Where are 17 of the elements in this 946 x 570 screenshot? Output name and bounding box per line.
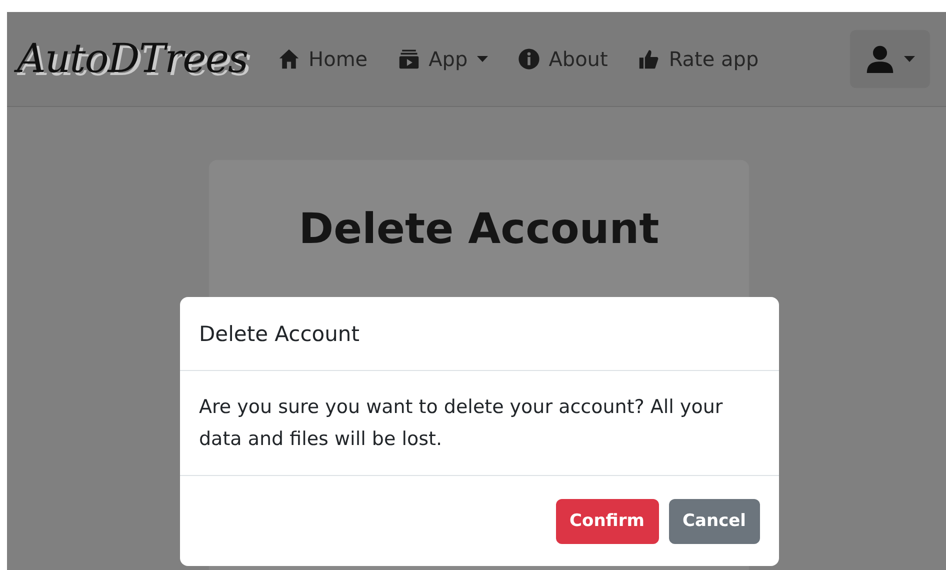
caret-icon xyxy=(904,56,914,62)
user-icon xyxy=(866,45,894,73)
thumbs-up-icon xyxy=(638,48,660,70)
home-icon xyxy=(278,48,300,70)
nav-link[interactable]: Rate app xyxy=(638,47,759,71)
info-icon xyxy=(518,48,540,70)
modal-message: Are you sure you want to delete your account? All your data and files will be lost. xyxy=(180,371,779,476)
cancel-button[interactable]: Cancel xyxy=(668,498,760,544)
card-title: Delete Account xyxy=(298,204,660,253)
video-stack-icon xyxy=(398,48,420,70)
caret-icon xyxy=(476,56,488,62)
nav-link[interactable]: App xyxy=(398,47,488,71)
nav-link[interactable]: Home xyxy=(278,47,368,71)
confirm-button[interactable]: Confirm xyxy=(556,498,659,544)
nav-link[interactable]: About xyxy=(518,47,608,71)
user-menu-button[interactable] xyxy=(850,30,930,88)
modal-title: Delete Account xyxy=(199,322,360,346)
